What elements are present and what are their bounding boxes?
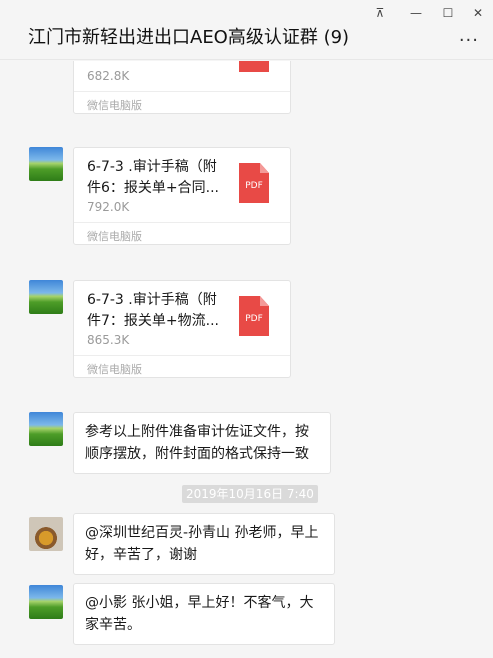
file-message-card[interactable]: 6-7-3 .审计手稿（附件6：报关单+合同... 792.0K PDF 微信电… xyxy=(73,147,291,245)
close-button[interactable]: ✕ xyxy=(467,4,489,22)
avatar[interactable] xyxy=(29,412,63,446)
avatar[interactable] xyxy=(29,280,63,314)
chat-title: 江门市新轻出进出口AEO高级认证群 (9) xyxy=(28,27,350,48)
pdf-file-icon: PDF xyxy=(239,296,269,336)
avatar[interactable] xyxy=(29,517,63,551)
pdf-file-icon xyxy=(239,61,269,72)
file-size: 682.8K xyxy=(87,69,130,83)
title-bar: 江门市新轻出进出口AEO高级认证群 (9) ⊼ — ☐ ✕ ··· xyxy=(0,0,493,60)
divider xyxy=(74,91,290,92)
divider xyxy=(74,355,290,356)
chat-message-area[interactable]: 682.8K 微信电脑版 6-7-3 .审计手稿（附件6：报关单+合同... 7… xyxy=(0,61,493,658)
pin-icon[interactable]: ⊼ xyxy=(369,4,391,22)
more-options-icon[interactable]: ··· xyxy=(459,30,479,51)
text-message-bubble[interactable]: 参考以上附件准备审计佐证文件，按顺序摆放，附件封面的格式保持一致 xyxy=(73,412,331,474)
file-size: 865.3K xyxy=(87,333,130,347)
divider xyxy=(74,222,290,223)
file-message-card[interactable]: 6-7-3 .审计手稿（附件7：报关单+物流... 865.3K PDF 微信电… xyxy=(73,280,291,378)
timestamp: 2019年10月16日 7:40 xyxy=(182,485,318,503)
pdf-file-icon: PDF xyxy=(239,163,269,203)
text-message-bubble[interactable]: @深圳世纪百灵-孙青山 孙老师，早上好，辛苦了，谢谢 xyxy=(73,513,335,575)
file-source: 微信电脑版 xyxy=(87,363,142,376)
file-name: 6-7-3 .审计手稿（附件7：报关单+物流... xyxy=(87,292,219,329)
file-size: 792.0K xyxy=(87,200,130,214)
file-message-card[interactable]: 682.8K 微信电脑版 xyxy=(73,61,291,114)
minimize-button[interactable]: — xyxy=(405,4,427,22)
pdf-label: PDF xyxy=(245,314,263,324)
avatar[interactable] xyxy=(29,147,63,181)
file-name: 6-7-3 .审计手稿（附件6：报关单+合同... xyxy=(87,159,219,196)
pdf-label: PDF xyxy=(245,181,263,191)
file-source: 微信电脑版 xyxy=(87,99,142,112)
file-source: 微信电脑版 xyxy=(87,230,142,243)
maximize-button[interactable]: ☐ xyxy=(437,4,459,22)
avatar[interactable] xyxy=(29,585,63,619)
text-message-bubble[interactable]: @小影 张小姐，早上好！不客气，大家辛苦。 xyxy=(73,583,335,645)
